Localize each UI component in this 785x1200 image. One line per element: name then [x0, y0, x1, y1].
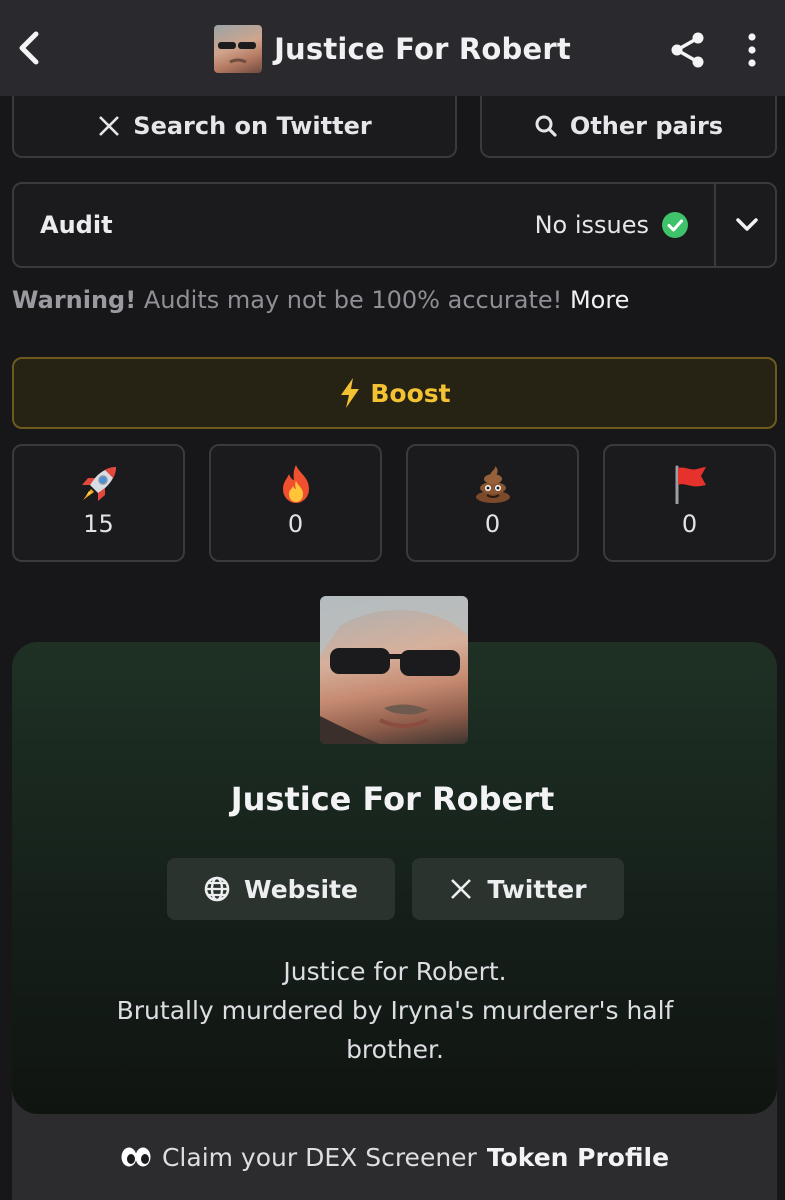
other-pairs-label: Other pairs [569, 112, 724, 140]
more-vertical-icon [748, 33, 756, 67]
more-options-button[interactable] [734, 26, 770, 74]
website-label: Website [244, 874, 358, 904]
reaction-rocket[interactable]: 15 [12, 444, 185, 562]
eyes-icon [121, 1147, 151, 1167]
reaction-poop[interactable]: 0 [406, 444, 579, 562]
reaction-count: 15 [83, 510, 114, 538]
x-logo-icon [99, 116, 120, 136]
claim-token-profile-link[interactable]: Claim your DEX Screener Token Profile [12, 1114, 777, 1200]
warning-prefix: Warning! [12, 286, 137, 314]
warning-text: Audits may not be 100% accurate! [143, 286, 563, 314]
poop-icon [475, 466, 510, 503]
website-button[interactable]: Website [167, 858, 395, 920]
token-profile-name: Justice For Robert [230, 780, 555, 818]
token-avatar-small [214, 25, 263, 73]
rocket-icon [81, 467, 116, 501]
twitter-label: Twitter [487, 874, 587, 904]
twitter-button[interactable]: Twitter [412, 858, 624, 920]
x-logo-icon [451, 879, 472, 899]
reaction-fire[interactable]: 0 [209, 444, 382, 562]
lightning-icon [341, 378, 360, 408]
claim-prefix: Claim your DEX Screener [161, 1142, 477, 1172]
audit-label: Audit [40, 211, 113, 239]
boost-label: Boost [370, 378, 451, 408]
boost-button[interactable]: Boost [12, 357, 777, 429]
token-profile-image [320, 596, 468, 744]
fire-icon [282, 465, 309, 503]
description-line: brother. [346, 1035, 444, 1064]
reaction-red-flag[interactable]: 0 [603, 444, 776, 562]
search-on-twitter-label: Search on Twitter [133, 112, 372, 140]
share-button[interactable] [664, 26, 712, 74]
warning-more-link[interactable]: More [570, 286, 630, 314]
search-on-twitter-button[interactable]: Search on Twitter [12, 96, 457, 158]
token-description: Justice for Robert. Brutally murdered by… [60, 952, 730, 1069]
audit-status-text: No issues [534, 211, 649, 239]
search-icon [535, 115, 557, 137]
audit-warning: Warning! Audits may not be 100% accurate… [12, 280, 629, 320]
description-line: Brutally murdered by Iryna's murderer's … [116, 996, 674, 1025]
check-circle-icon [662, 212, 688, 238]
audit-panel[interactable]: Audit No issues [12, 182, 777, 268]
share-icon [671, 32, 704, 68]
reaction-count: 0 [484, 510, 501, 538]
claim-bold: Token Profile [486, 1142, 670, 1172]
description-line: Justice for Robert. [283, 957, 507, 986]
reaction-count: 0 [287, 510, 304, 538]
audit-expand-button[interactable] [716, 184, 777, 266]
other-pairs-button[interactable]: Other pairs [480, 96, 777, 158]
top-bar: Justice For Robert [0, 0, 785, 96]
red-flag-icon [675, 465, 706, 504]
page-title: Justice For Robert [274, 32, 571, 66]
reaction-count: 0 [681, 510, 698, 538]
audit-status: No issues [535, 184, 689, 266]
globe-icon [204, 876, 230, 902]
chevron-down-icon [735, 218, 758, 231]
